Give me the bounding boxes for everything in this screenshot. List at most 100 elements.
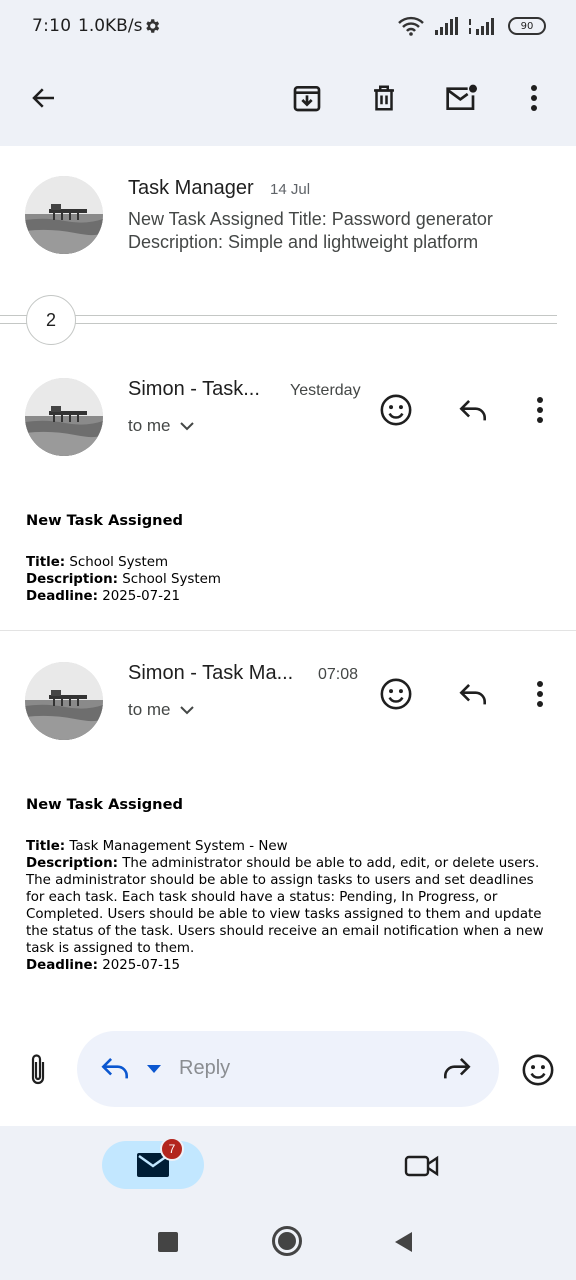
trash-icon <box>374 85 394 111</box>
react-button[interactable] <box>376 674 416 714</box>
message-date: 14 Jul <box>270 181 311 198</box>
reply-button[interactable] <box>453 390 493 430</box>
battery-level: 90 <box>520 20 534 32</box>
message-time: Yesterday <box>290 382 361 399</box>
status-bar: 7:10 1.0KB/s 90 <box>0 0 576 54</box>
nav-meet-tab[interactable] <box>400 1148 444 1184</box>
forward-button[interactable] <box>441 1055 477 1083</box>
recipient-details-toggle[interactable]: to me <box>128 700 195 720</box>
expanded-message: Simon - Task Ma... 07:08 to me New Task … <box>0 662 576 1002</box>
description-label: Description: <box>26 572 118 587</box>
reply-icon <box>101 1057 128 1079</box>
mark-unread-button[interactable] <box>439 76 483 120</box>
mark-unread-icon <box>446 84 477 110</box>
recipient-details-toggle[interactable]: to me <box>128 416 195 436</box>
settings-gear-icon <box>146 19 160 33</box>
react-button[interactable] <box>376 390 416 430</box>
task-deadline-row: Deadline: 2025-07-15 <box>26 957 546 974</box>
more-vert-icon <box>531 85 537 111</box>
bottom-navigation: 7 <box>0 1126 576 1204</box>
status-time: 7:10 <box>32 16 72 36</box>
message-time: 07:08 <box>318 666 359 683</box>
task-title-row: Title: Task Management System - New <box>26 838 546 855</box>
emoji-icon <box>380 678 412 710</box>
chevron-down-icon <box>179 422 194 431</box>
sender-name: Simon - Task... <box>128 378 260 400</box>
task-title: Task Management System - New <box>69 839 288 854</box>
task-deadline: 2025-07-15 <box>102 958 181 973</box>
paperclip-icon <box>31 1054 45 1085</box>
message-snippet: New Task Assigned Title: Password genera… <box>128 208 548 254</box>
recipient-label: to me <box>128 416 171 435</box>
system-navigation-bar <box>0 1204 576 1280</box>
forward-icon <box>444 1057 471 1079</box>
more-vert-icon <box>537 681 543 707</box>
task-description-row: Description: School System <box>26 571 546 588</box>
unread-badge: 7 <box>160 1137 184 1161</box>
avatar <box>25 176 103 254</box>
home-button[interactable] <box>272 1226 302 1256</box>
task-description-row: Description: The administrator should be… <box>26 855 546 957</box>
task-deadline: 2025-07-21 <box>102 589 181 604</box>
more-options-button[interactable] <box>512 76 556 120</box>
battery-indicator: 90 <box>508 17 546 35</box>
collapsed-message[interactable]: Task Manager 14 Jul New Task Assigned Ti… <box>0 146 576 286</box>
task-title: School System <box>69 555 169 570</box>
snippet-line: New Task Assigned Title: Password genera… <box>128 209 493 229</box>
avatar <box>25 662 103 740</box>
back-button[interactable] <box>22 76 66 120</box>
reply-placeholder: Reply <box>179 1057 231 1079</box>
chevron-down-icon <box>179 706 194 715</box>
reply-field[interactable]: Reply <box>77 1031 499 1107</box>
task-description: The administrator should be able to add,… <box>26 856 544 956</box>
message-separator <box>0 630 576 631</box>
description-label: Description: <box>26 856 118 871</box>
recents-button[interactable] <box>158 1232 178 1252</box>
expanded-message: Simon - Task... Yesterday to me New Task… <box>0 378 576 628</box>
video-camera-icon <box>404 1155 439 1177</box>
divider-line <box>0 323 557 324</box>
archive-button[interactable] <box>285 76 329 120</box>
hidden-messages-divider: 2 <box>0 294 576 346</box>
message-more-button[interactable] <box>520 390 560 430</box>
message-body: New Task Assigned Title: Task Management… <box>26 796 546 974</box>
deadline-label: Deadline: <box>26 589 98 604</box>
nav-mail-tab[interactable] <box>102 1141 204 1189</box>
toolbar <box>0 54 576 146</box>
title-label: Title: <box>26 555 66 570</box>
title-label: Title: <box>26 839 66 854</box>
wifi-icon <box>398 16 424 36</box>
emoji-icon <box>522 1054 554 1086</box>
sender-name: Task Manager <box>128 177 254 199</box>
body-heading: New Task Assigned <box>26 512 183 529</box>
reply-mode-button[interactable] <box>99 1055 133 1083</box>
caret-down-icon[interactable] <box>146 1064 162 1074</box>
arrow-back-icon <box>32 88 54 108</box>
signal-icon <box>435 17 458 35</box>
delete-button[interactable] <box>362 76 406 120</box>
divider-line <box>0 315 557 316</box>
attach-button[interactable] <box>18 1050 58 1090</box>
task-title-row: Title: School System <box>26 554 546 571</box>
reply-button[interactable] <box>453 674 493 714</box>
deadline-label: Deadline: <box>26 958 98 973</box>
reply-emoji-button[interactable] <box>516 1048 560 1092</box>
emoji-icon <box>380 394 412 426</box>
sender-name: Simon - Task Ma... <box>128 662 294 684</box>
task-deadline-row: Deadline: 2025-07-21 <box>26 588 546 605</box>
more-vert-icon <box>537 397 543 423</box>
hidden-messages-count-button[interactable]: 2 <box>26 295 76 345</box>
avatar <box>25 378 103 456</box>
home-dot <box>278 1232 296 1250</box>
status-network-speed: 1.0KB/s <box>78 16 143 36</box>
recipient-label: to me <box>128 700 171 719</box>
archive-icon <box>293 85 321 112</box>
reply-icon <box>459 399 486 421</box>
back-triangle-icon[interactable] <box>394 1231 414 1253</box>
snippet-line: Description: Simple and lightweight plat… <box>128 232 479 252</box>
message-body: New Task Assigned Title: School System D… <box>26 512 546 605</box>
reply-icon <box>459 683 486 705</box>
body-heading: New Task Assigned <box>26 796 183 813</box>
task-description: School System <box>122 572 221 587</box>
message-more-button[interactable] <box>520 674 560 714</box>
